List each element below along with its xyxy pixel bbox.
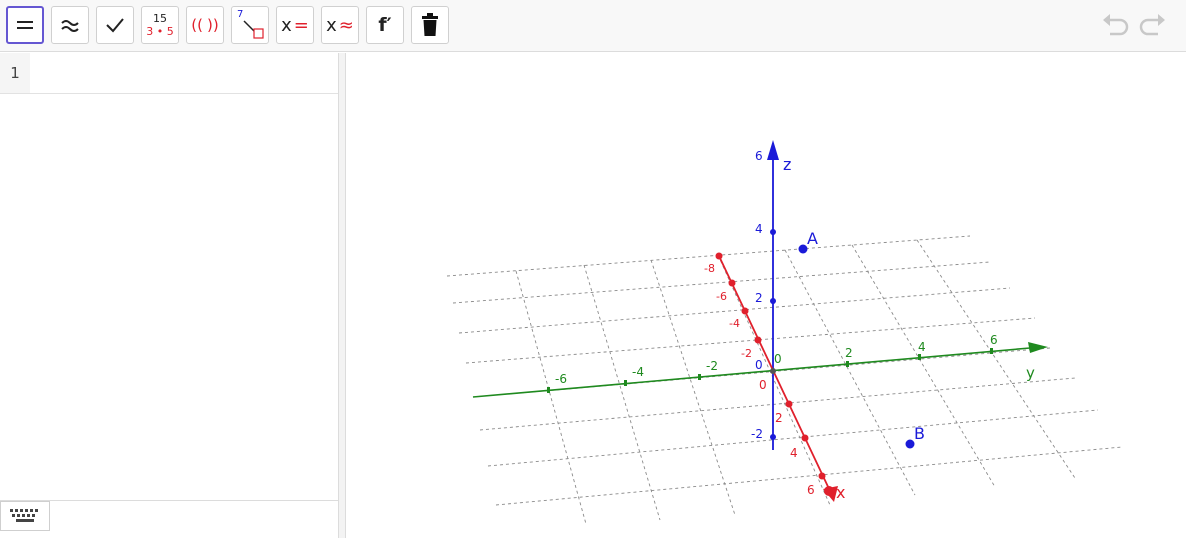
equals-icon [17, 21, 33, 29]
x-tick-label: 6 [807, 483, 815, 497]
trash-icon [422, 13, 438, 36]
z-tick-label: 0 [755, 358, 763, 372]
y-tick-label: 4 [918, 340, 926, 354]
factor-button[interactable]: 15 3 • 5 [141, 6, 179, 44]
redo-icon[interactable] [1138, 12, 1168, 40]
factor-denominator: 3 • 5 [146, 25, 174, 38]
solve-button[interactable]: x = [276, 6, 314, 44]
xy-plane-grid [446, 235, 1123, 525]
derivative-button[interactable]: f′ [366, 6, 404, 44]
delete-button[interactable] [411, 6, 449, 44]
z-axis [767, 140, 779, 450]
numeric-button[interactable] [51, 6, 89, 44]
z-tick-label: 6 [755, 149, 763, 163]
keep-input-button[interactable] [96, 6, 134, 44]
algebra-view: 1 [0, 53, 339, 538]
y-tick-label: 2 [845, 346, 853, 360]
z-tick-label: 2 [755, 291, 763, 305]
solve-numerically-button[interactable]: x ≈ [321, 6, 359, 44]
y-tick-label: -6 [555, 372, 567, 386]
x-tick-label: -6 [716, 290, 727, 303]
x-tick-label: 4 [790, 446, 798, 460]
z-tick-label: -2 [751, 427, 763, 441]
x-tick-label: 2 [775, 411, 783, 425]
point-a[interactable]: A [798, 229, 819, 254]
toolbar: 15 3 • 5 (()) 7 x = x ≈ f′ [0, 0, 1186, 52]
z-tick-label: 4 [755, 222, 763, 236]
undo-icon[interactable] [1100, 12, 1130, 40]
panel-separator [0, 500, 338, 501]
approx-icon [61, 20, 79, 32]
expand-close-parens: )) [207, 16, 219, 34]
x-tick-label: -2 [741, 347, 752, 360]
algebra-input[interactable] [30, 53, 338, 93]
y-tick-label: -4 [632, 365, 644, 379]
x-tick-label: 0 [759, 378, 767, 392]
substitute-digit: 7 [237, 9, 244, 20]
y-tick-label: -2 [706, 359, 718, 373]
graphics-3d-view[interactable]: -6 -4 -2 2 4 6 y 6 4 2 0 -2 z -8 -6 -4 -… [346, 53, 1186, 538]
evaluate-button[interactable] [6, 6, 44, 44]
x-axis-label: x [836, 483, 845, 502]
origin-point [770, 368, 776, 374]
factor-numerator: 15 [153, 12, 167, 25]
expand-button[interactable]: (()) [186, 6, 224, 44]
keyboard-toggle-button[interactable] [0, 501, 50, 531]
expand-open-parens: (( [191, 16, 203, 34]
solve-approx-icon: ≈ [338, 14, 354, 36]
point-a-label: A [807, 229, 818, 248]
checkmark-icon [106, 18, 124, 33]
algebra-row: 1 [0, 53, 338, 94]
x-tick-label: -8 [704, 262, 715, 275]
y-tick-label: 0 [774, 352, 782, 366]
keyboard-icon [10, 509, 38, 522]
solve-x-label: x [281, 14, 292, 36]
x-tick-label: -4 [729, 317, 740, 330]
solve-numerically-x-label: x [326, 14, 337, 36]
y-tick-label: 6 [990, 333, 998, 347]
point-b-label: B [914, 424, 925, 443]
panel-divider[interactable] [339, 53, 346, 538]
substitute-button[interactable]: 7 [231, 6, 269, 44]
solve-equals-icon: = [293, 14, 309, 36]
row-number: 1 [0, 53, 30, 93]
y-axis-label: y [1026, 364, 1035, 382]
derivative-label: f′ [378, 14, 392, 36]
z-axis-label: z [783, 155, 791, 174]
